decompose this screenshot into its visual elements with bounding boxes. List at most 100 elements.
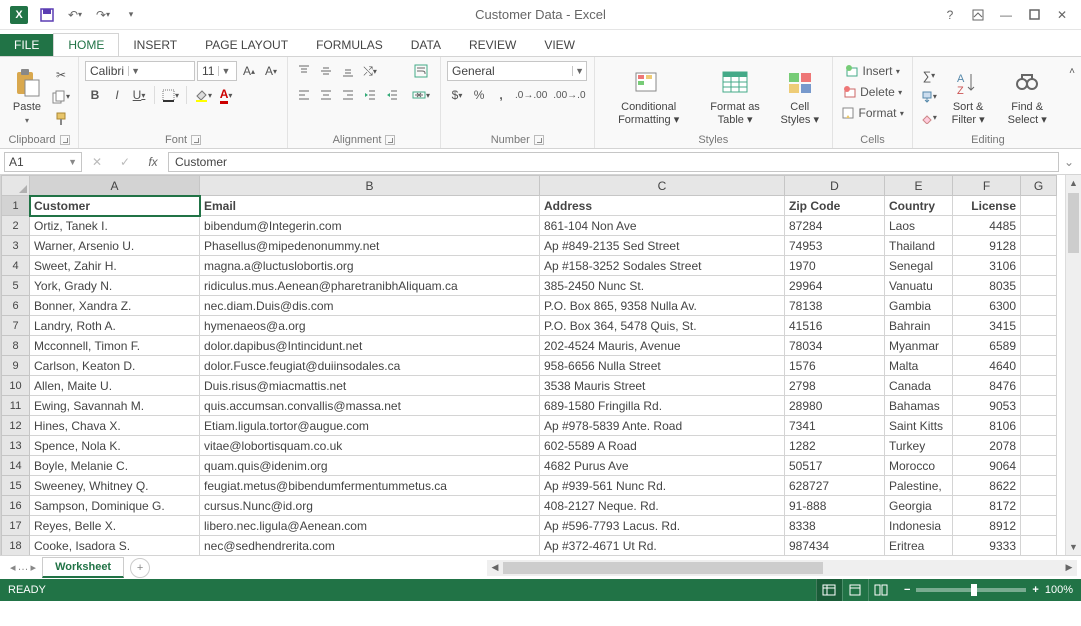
cell-D12[interactable]: 7341: [785, 416, 885, 436]
chevron-down-icon[interactable]: ▼: [68, 157, 77, 167]
cell-D13[interactable]: 1282: [785, 436, 885, 456]
increase-decimal-button[interactable]: .0→.00: [513, 85, 549, 105]
row-header-10[interactable]: 10: [2, 376, 30, 396]
cell-A18[interactable]: Cooke, Isadora S.: [30, 536, 200, 556]
col-header-A[interactable]: A: [30, 176, 200, 196]
cell-A10[interactable]: Allen, Maite U.: [30, 376, 200, 396]
cell-C12[interactable]: Ap #978-5839 Ante. Road: [540, 416, 785, 436]
cell-B15[interactable]: feugiat.metus@bibendumfermentummetus.ca: [200, 476, 540, 496]
cell-E7[interactable]: Bahrain: [885, 316, 953, 336]
cell-B8[interactable]: dolor.dapibus@Intincidunt.net: [200, 336, 540, 356]
cell-B6[interactable]: nec.diam.Duis@dis.com: [200, 296, 540, 316]
col-header-E[interactable]: E: [885, 176, 953, 196]
cell-E3[interactable]: Thailand: [885, 236, 953, 256]
cell-D18[interactable]: 987434: [785, 536, 885, 556]
align-left-button[interactable]: [294, 85, 314, 105]
tab-review[interactable]: REVIEW: [455, 34, 530, 56]
new-sheet-button[interactable]: +: [130, 558, 150, 578]
percent-format-button[interactable]: %: [469, 85, 489, 105]
cell-A12[interactable]: Hines, Chava X.: [30, 416, 200, 436]
clear-button[interactable]: ▾: [919, 108, 939, 128]
cell-C5[interactable]: 385-2450 Nunc St.: [540, 276, 785, 296]
ribbon-display-button[interactable]: [965, 4, 991, 26]
cell-F9[interactable]: 4640: [953, 356, 1021, 376]
cell-F17[interactable]: 8912: [953, 516, 1021, 536]
underline-button[interactable]: U▾: [129, 85, 149, 105]
insert-function-button[interactable]: fx: [140, 152, 166, 172]
cell-B12[interactable]: Etiam.ligula.tortor@augue.com: [200, 416, 540, 436]
row-header-11[interactable]: 11: [2, 396, 30, 416]
formula-input[interactable]: Customer: [168, 152, 1059, 172]
align-top-button[interactable]: [294, 61, 314, 81]
cell-C11[interactable]: 689-1580 Fringilla Rd.: [540, 396, 785, 416]
cell-C1[interactable]: Address: [540, 196, 785, 216]
cell-G17[interactable]: [1021, 516, 1057, 536]
scroll-thumb[interactable]: [503, 562, 823, 574]
format-painter-button[interactable]: [50, 109, 72, 129]
cell-B9[interactable]: dolor.Fusce.feugiat@duiinsodales.ca: [200, 356, 540, 376]
tab-insert[interactable]: INSERT: [119, 34, 191, 56]
cell-G5[interactable]: [1021, 276, 1057, 296]
row-header-8[interactable]: 8: [2, 336, 30, 356]
font-launcher[interactable]: [191, 135, 201, 145]
col-header-F[interactable]: F: [953, 176, 1021, 196]
fill-color-button[interactable]: ▾: [192, 85, 214, 105]
font-size-combo[interactable]: 11▼: [197, 61, 237, 81]
select-all-corner[interactable]: [2, 176, 30, 196]
cell-B18[interactable]: nec@sedhendrerita.com: [200, 536, 540, 556]
cell-E12[interactable]: Saint Kitts: [885, 416, 953, 436]
clipboard-launcher[interactable]: [60, 135, 70, 145]
redo-button[interactable]: ↷▾: [90, 4, 116, 26]
decrease-indent-button[interactable]: [360, 85, 380, 105]
cell-F18[interactable]: 9333: [953, 536, 1021, 556]
cell-D11[interactable]: 28980: [785, 396, 885, 416]
decrease-decimal-button[interactable]: .00→.0: [551, 85, 587, 105]
cell-B17[interactable]: libero.nec.ligula@Aenean.com: [200, 516, 540, 536]
minimize-button[interactable]: —: [993, 4, 1019, 26]
cell-A13[interactable]: Spence, Nola K.: [30, 436, 200, 456]
cell-G4[interactable]: [1021, 256, 1057, 276]
orientation-button[interactable]: ⤭▾: [360, 61, 380, 81]
cell-G14[interactable]: [1021, 456, 1057, 476]
excel-app-icon[interactable]: X: [6, 4, 32, 26]
cell-F10[interactable]: 8476: [953, 376, 1021, 396]
cell-A6[interactable]: Bonner, Xandra Z.: [30, 296, 200, 316]
cell-C14[interactable]: 4682 Purus Ave: [540, 456, 785, 476]
cell-C9[interactable]: 958-6656 Nulla Street: [540, 356, 785, 376]
wrap-text-button[interactable]: [408, 61, 434, 81]
cell-C6[interactable]: P.O. Box 865, 9358 Nulla Av.: [540, 296, 785, 316]
tab-view[interactable]: VIEW: [530, 34, 589, 56]
scroll-left-button[interactable]: ◀: [487, 560, 503, 576]
insert-cells-button[interactable]: Insert ▾: [839, 61, 906, 81]
col-header-G[interactable]: G: [1021, 176, 1057, 196]
cell-D17[interactable]: 8338: [785, 516, 885, 536]
cell-C18[interactable]: Ap #372-4671 Ut Rd.: [540, 536, 785, 556]
tab-home[interactable]: HOME: [53, 33, 119, 56]
cell-B10[interactable]: Duis.risus@miacmattis.net: [200, 376, 540, 396]
cell-G12[interactable]: [1021, 416, 1057, 436]
row-header-7[interactable]: 7: [2, 316, 30, 336]
cell-styles-button[interactable]: Cell Styles ▾: [773, 65, 826, 127]
cell-B4[interactable]: magna.a@luctuslobortis.org: [200, 256, 540, 276]
expand-formula-bar-button[interactable]: ⌄: [1061, 155, 1077, 169]
format-as-table-button[interactable]: Format as Table ▾: [699, 65, 772, 127]
cell-C2[interactable]: 861-104 Non Ave: [540, 216, 785, 236]
row-header-18[interactable]: 18: [2, 536, 30, 556]
cell-C15[interactable]: Ap #939-561 Nunc Rd.: [540, 476, 785, 496]
cell-A4[interactable]: Sweet, Zahir H.: [30, 256, 200, 276]
align-right-button[interactable]: [338, 85, 358, 105]
scroll-down-button[interactable]: ▼: [1066, 539, 1081, 555]
tab-file[interactable]: FILE: [0, 34, 53, 56]
cell-C4[interactable]: Ap #158-3252 Sodales Street: [540, 256, 785, 276]
qat-customize-button[interactable]: ▾: [118, 4, 144, 26]
cell-A3[interactable]: Warner, Arsenio U.: [30, 236, 200, 256]
cell-D9[interactable]: 1576: [785, 356, 885, 376]
cell-F8[interactable]: 6589: [953, 336, 1021, 356]
align-bottom-button[interactable]: [338, 61, 358, 81]
col-header-B[interactable]: B: [200, 176, 540, 196]
paste-button[interactable]: Paste▾: [6, 65, 48, 127]
conditional-formatting-button[interactable]: Conditional Formatting ▾: [601, 65, 697, 127]
cell-F14[interactable]: 9064: [953, 456, 1021, 476]
tab-data[interactable]: DATA: [397, 34, 455, 56]
bold-button[interactable]: B: [85, 85, 105, 105]
